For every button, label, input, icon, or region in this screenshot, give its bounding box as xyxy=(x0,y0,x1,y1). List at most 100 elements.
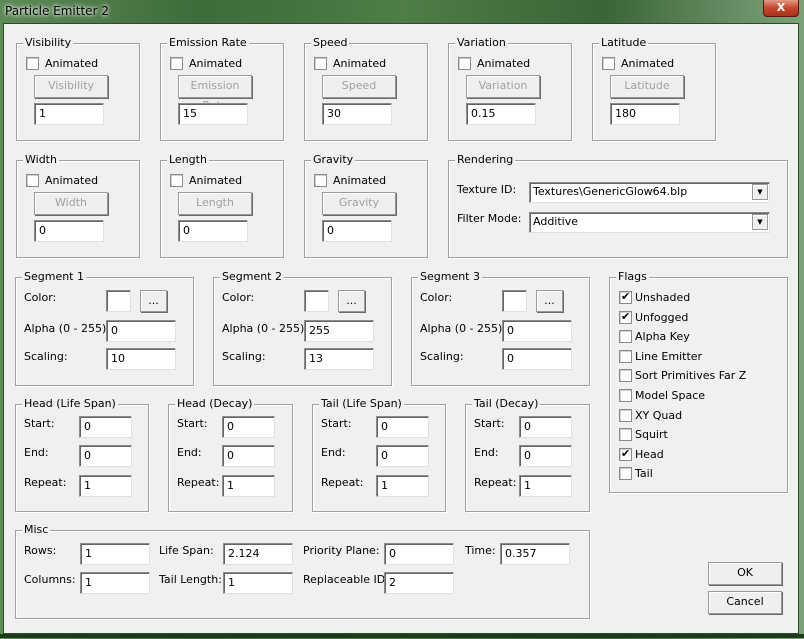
group-visibility: Visibility Animated Visibility 1 xyxy=(16,36,140,141)
alpha-input[interactable]: 255 xyxy=(304,320,374,342)
alpha-input[interactable]: 0 xyxy=(502,320,572,342)
repeat-input[interactable]: 1 xyxy=(222,475,275,497)
visibility-button[interactable]: Visibility xyxy=(34,75,108,98)
group-gravity: Gravity Animated Gravity 0 xyxy=(304,153,428,258)
flag-checkbox-tail[interactable] xyxy=(619,467,632,481)
animated-label: Animated xyxy=(477,57,531,70)
texture-id-select[interactable]: Textures\GenericGlow64.blp ▼ xyxy=(529,182,770,203)
animated-label: Animated xyxy=(189,57,243,70)
group-legend: Flags xyxy=(616,270,649,284)
latitude-input[interactable]: 180 xyxy=(610,103,680,125)
color-swatch[interactable] xyxy=(304,290,329,312)
tail-length-input[interactable]: 1 xyxy=(223,572,293,594)
chevron-down-icon[interactable]: ▼ xyxy=(752,184,768,200)
flag-checkbox-sort-primitives-far-z[interactable] xyxy=(619,369,632,383)
group-legend: Misc xyxy=(22,523,51,537)
flag-label: Unfogged xyxy=(635,310,689,324)
flag-checkbox-unfogged[interactable] xyxy=(619,310,632,324)
group-legend: Emission Rate xyxy=(167,36,249,50)
group-legend: Rendering xyxy=(455,153,516,167)
end-input[interactable]: 0 xyxy=(222,445,275,467)
variation-input[interactable]: 0.15 xyxy=(466,103,536,125)
flag-checkbox-line-emitter[interactable] xyxy=(619,349,632,363)
flag-label: XY Quad xyxy=(635,408,683,422)
flag-label: Squirt xyxy=(635,428,668,442)
animated-checkbox[interactable] xyxy=(26,174,39,187)
time-label: Time: xyxy=(465,544,496,557)
length-input[interactable]: 0 xyxy=(178,220,248,242)
color-swatch[interactable] xyxy=(502,290,527,312)
latitude-button[interactable]: Latitude xyxy=(610,75,684,98)
animated-checkbox[interactable] xyxy=(314,174,327,187)
flag-checkbox-unshaded[interactable] xyxy=(619,290,632,304)
end-label: End: xyxy=(24,446,49,459)
speed-input[interactable]: 30 xyxy=(322,103,392,125)
animated-checkbox[interactable] xyxy=(170,174,183,187)
priority-plane-input[interactable]: 0 xyxy=(384,543,454,565)
repeat-input[interactable]: 1 xyxy=(376,475,429,497)
scaling-label: Scaling: xyxy=(24,350,68,363)
replaceable-id-input[interactable]: 2 xyxy=(384,572,454,594)
animated-checkbox[interactable] xyxy=(170,57,183,70)
life-span-input[interactable]: 2.124 xyxy=(223,543,293,565)
width-input[interactable]: 0 xyxy=(34,220,104,242)
start-label: Start: xyxy=(177,417,208,430)
group-tail-decay: Tail (Decay) Start: 0 End: 0 Repeat: 1 xyxy=(465,397,590,512)
flag-checkbox-squirt[interactable] xyxy=(619,428,632,442)
flag-label: Model Space xyxy=(635,389,706,402)
flag-checkbox-head[interactable] xyxy=(619,447,632,461)
time-input[interactable]: 0.357 xyxy=(500,543,570,565)
animated-label: Animated xyxy=(45,174,99,187)
end-input[interactable]: 0 xyxy=(79,445,132,467)
emission-rate-input[interactable]: 15 xyxy=(178,103,248,125)
speed-button[interactable]: Speed xyxy=(322,75,396,98)
visibility-input[interactable]: 1 xyxy=(34,103,104,125)
start-input[interactable]: 0 xyxy=(376,416,429,438)
end-input[interactable]: 0 xyxy=(519,445,572,467)
repeat-label: Repeat: xyxy=(177,476,220,489)
animated-checkbox[interactable] xyxy=(458,57,471,70)
start-input[interactable]: 0 xyxy=(222,416,275,438)
group-flags: Flags Unshaded Unfogged Alpha Key Line Emit… xyxy=(609,270,788,493)
repeat-input[interactable]: 1 xyxy=(519,475,572,497)
flag-checkbox-xy-quad[interactable] xyxy=(619,408,632,422)
chevron-down-icon[interactable]: ▼ xyxy=(752,214,768,230)
color-swatch[interactable] xyxy=(106,290,131,312)
group-legend: Width xyxy=(23,153,59,167)
emission-rate-button[interactable]: Emission Rate xyxy=(178,75,252,112)
start-input[interactable]: 0 xyxy=(519,416,572,438)
color-picker-button[interactable]: ... xyxy=(140,290,167,312)
group-latitude: Latitude Animated Latitude 180 xyxy=(592,36,716,141)
animated-checkbox[interactable] xyxy=(26,57,39,70)
rows-input[interactable]: 1 xyxy=(80,543,150,565)
end-input[interactable]: 0 xyxy=(376,445,429,467)
flag-checkbox-model-space[interactable] xyxy=(619,389,632,402)
texture-id-value: Textures\GenericGlow64.blp xyxy=(533,185,688,198)
animated-label: Animated xyxy=(333,57,387,70)
gravity-input[interactable]: 0 xyxy=(322,220,392,242)
width-button[interactable]: Width xyxy=(34,192,108,215)
variation-button[interactable]: Variation xyxy=(466,75,540,98)
columns-input[interactable]: 1 xyxy=(80,572,150,594)
scaling-input[interactable]: 10 xyxy=(106,348,176,370)
animated-label: Animated xyxy=(45,57,99,70)
filter-mode-select[interactable]: Additive ▼ xyxy=(529,212,770,233)
color-picker-button[interactable]: ... xyxy=(338,290,365,312)
repeat-input[interactable]: 1 xyxy=(79,475,132,497)
group-legend: Segment 1 xyxy=(22,270,86,284)
color-label: Color: xyxy=(24,291,57,304)
flag-checkbox-alpha-key[interactable] xyxy=(619,330,632,344)
color-picker-button[interactable]: ... xyxy=(536,290,563,312)
cancel-button[interactable]: Cancel xyxy=(708,591,782,614)
gravity-button[interactable]: Gravity xyxy=(322,192,396,215)
group-rendering: Rendering Texture ID: Textures\GenericGl… xyxy=(448,153,788,258)
animated-checkbox[interactable] xyxy=(314,57,327,70)
scaling-input[interactable]: 0 xyxy=(502,348,572,370)
scaling-input[interactable]: 13 xyxy=(304,348,374,370)
start-input[interactable]: 0 xyxy=(79,416,132,438)
animated-label: Animated xyxy=(333,174,387,187)
length-button[interactable]: Length xyxy=(178,192,252,215)
animated-checkbox[interactable] xyxy=(602,57,615,70)
ok-button[interactable]: OK xyxy=(708,562,782,585)
alpha-input[interactable]: 0 xyxy=(106,320,176,342)
